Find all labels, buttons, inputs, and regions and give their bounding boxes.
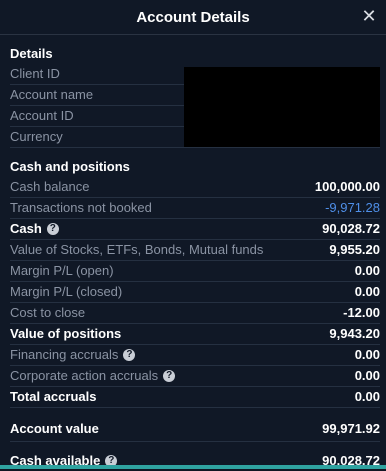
row-value: 0.00: [354, 347, 380, 362]
title-bar: Account Details ✕: [0, 0, 386, 35]
row-label-with-help: Corporate action accruals?: [10, 366, 176, 386]
row-label-text: Cash: [10, 221, 42, 236]
row-value: 0.00: [354, 368, 380, 383]
redacted-block: [184, 67, 380, 147]
cash-positions-heading: Cash and positions: [10, 159, 130, 174]
row-value: 100,000.00: [314, 179, 380, 194]
row-cost-to-close: Cost to close -12.00: [10, 303, 380, 324]
row-margin-pl-open: Margin P/L (open) 0.00: [10, 261, 380, 282]
row-value-of-positions: Value of positions 9,943.20: [10, 324, 380, 345]
detail-label: Currency: [10, 129, 63, 144]
row-value[interactable]: -9,971.28: [325, 198, 380, 218]
bottom-accent-bar: [0, 465, 386, 469]
row-cash: Cash? 90,028.72: [10, 219, 380, 240]
row-value: 9,955.20: [329, 242, 380, 257]
row-label: Total accruals: [10, 389, 97, 404]
row-value-of-stocks: Value of Stocks, ETFs, Bonds, Mutual fun…: [10, 240, 380, 261]
row-label: Margin P/L (closed): [10, 284, 123, 299]
row-corporate-action-accruals: Corporate action accruals? 0.00: [10, 366, 380, 387]
close-icon[interactable]: ✕: [360, 7, 378, 25]
row-label: Value of Stocks, ETFs, Bonds, Mutual fun…: [10, 242, 264, 257]
row-account-value: Account value 99,971.92: [10, 417, 380, 442]
row-value: 0.00: [354, 284, 380, 299]
panel-title: Account Details: [136, 8, 250, 26]
row-label: Cost to close: [10, 305, 86, 320]
detail-label: Account ID: [10, 108, 74, 123]
help-icon[interactable]: ?: [163, 370, 176, 382]
row-label: Cash balance: [10, 179, 90, 194]
row-value: 0.00: [354, 263, 380, 278]
row-total-accruals: Total accruals 0.00: [10, 387, 380, 408]
detail-label: Client ID: [10, 66, 60, 81]
details-heading: Details: [10, 46, 53, 61]
row-label-text: Corporate action accruals: [10, 368, 159, 383]
row-value: 0.00: [354, 389, 380, 404]
row-label: Value of positions: [10, 326, 122, 341]
row-cash-balance: Cash balance 100,000.00: [10, 177, 380, 198]
row-label: Transactions not booked: [10, 200, 152, 215]
row-label-with-help: Financing accruals?: [10, 345, 136, 365]
row-label-with-help: Cash?: [10, 219, 59, 239]
detail-label: Account name: [10, 87, 94, 102]
row-transactions-not-booked: Transactions not booked -9,971.28: [10, 198, 380, 219]
account-details-panel: Account Details ✕ Details Client ID Acco…: [0, 0, 386, 469]
row-value: 90,028.72: [322, 221, 380, 236]
row-value: -12.00: [343, 305, 380, 320]
row-financing-accruals: Financing accruals? 0.00: [10, 345, 380, 366]
row-value: 9,943.20: [329, 326, 380, 341]
help-icon[interactable]: ?: [123, 349, 136, 361]
help-icon[interactable]: ?: [46, 223, 59, 235]
row-label: Account value: [10, 421, 99, 436]
row-label-text: Financing accruals: [10, 347, 119, 362]
row-margin-pl-closed: Margin P/L (closed) 0.00: [10, 282, 380, 303]
row-label: Margin P/L (open): [10, 263, 114, 278]
row-value: 99,971.92: [322, 421, 380, 436]
